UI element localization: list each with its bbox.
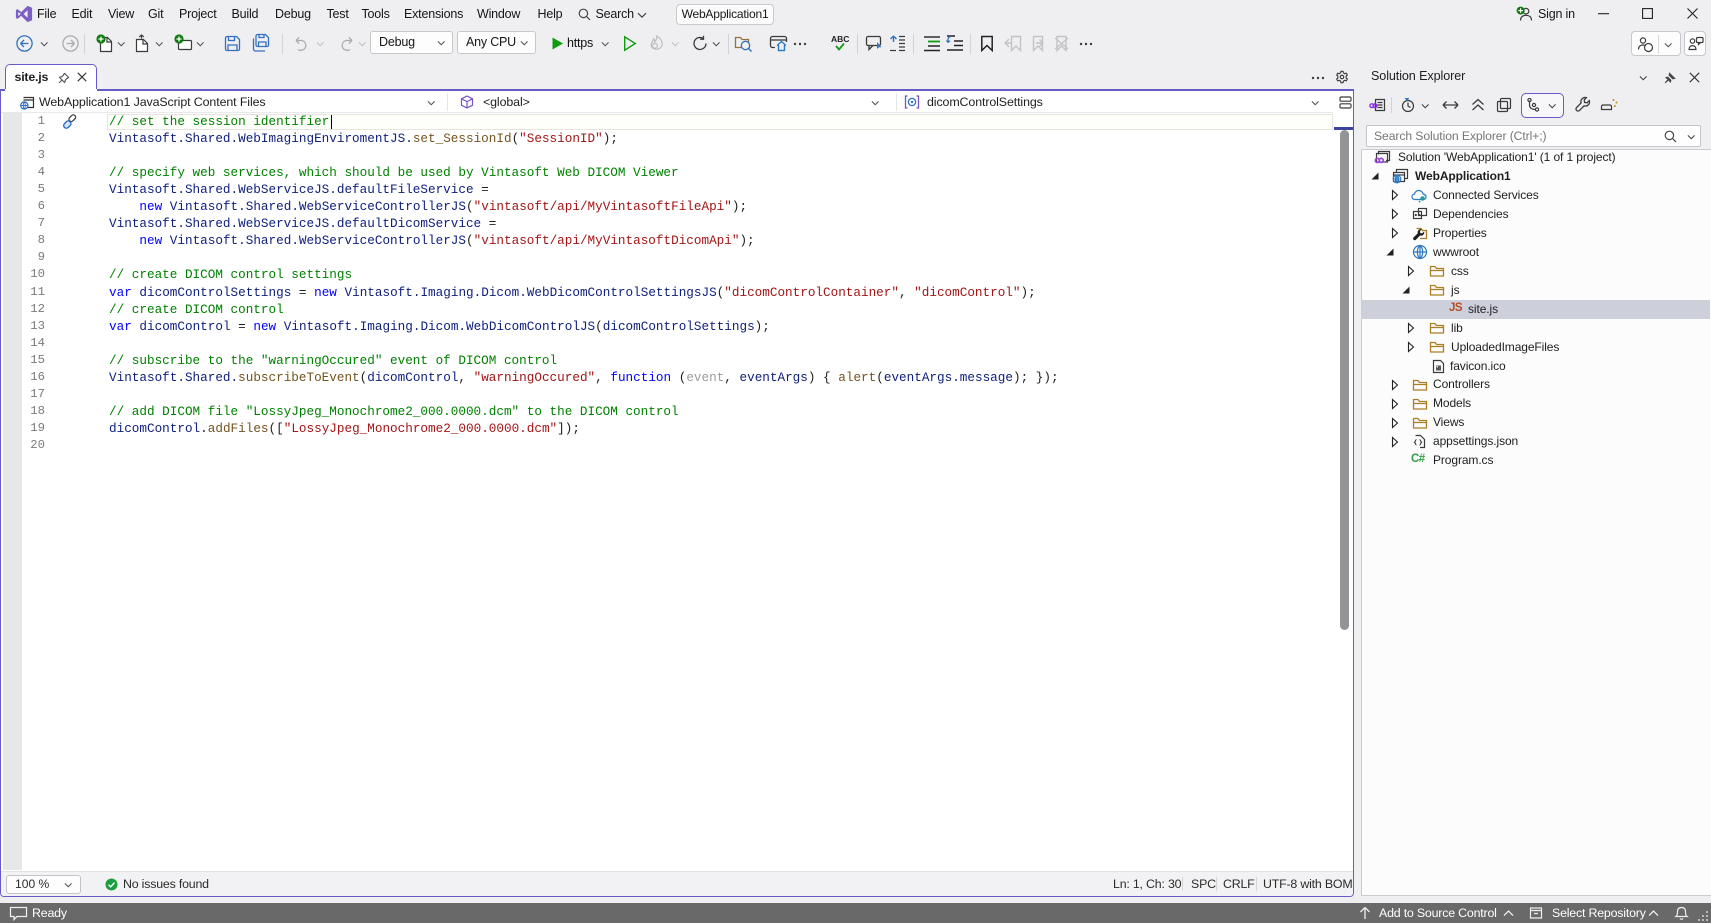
svg-text:ABC: ABC bbox=[831, 34, 849, 44]
